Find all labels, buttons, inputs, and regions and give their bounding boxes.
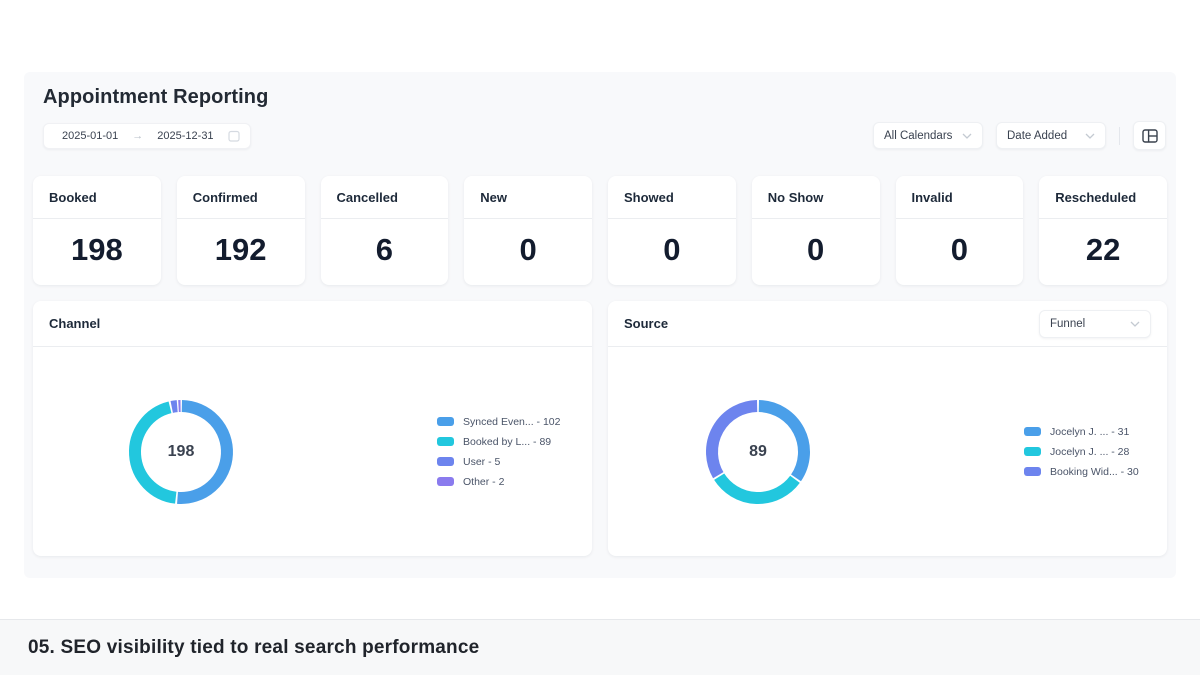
source-legend: Jocelyn J. ... - 31 Jocelyn J. ... - 28 Bo… [1024, 422, 1139, 482]
report-panel: Appointment Reporting 2025-01-01 → 2025-… [24, 72, 1176, 578]
date-range-arrow-icon: → [132, 129, 144, 142]
legend-item: Booking Wid... - 30 [1024, 462, 1139, 482]
legend-chip [437, 417, 454, 426]
stat-label: Rescheduled [1055, 189, 1137, 205]
stat-card-no-show: No Show 0 [751, 176, 880, 285]
legend-label: Jocelyn J. ... - 28 [1050, 445, 1130, 458]
legend-label: Booked by L... - 89 [463, 435, 552, 448]
date-range-picker[interactable]: 2025-01-01 → 2025-12-31 [43, 122, 251, 149]
source-donut-chart: 89 [703, 397, 813, 507]
stat-value: 6 [375, 232, 393, 267]
source-chart-title: Source [624, 316, 669, 331]
stat-card-booked: Booked 198 [33, 176, 161, 285]
stat-card-rescheduled: Rescheduled 22 [1039, 176, 1167, 285]
source-type-select[interactable]: Funnel [1039, 309, 1151, 338]
chevron-down-icon [1130, 321, 1140, 327]
stat-card-invalid: Invalid 0 [895, 176, 1024, 285]
legend-chip [437, 437, 454, 446]
stat-card-showed: Showed 0 [608, 176, 736, 285]
stat-value: 192 [214, 232, 267, 267]
legend-item: Other - 2 [437, 472, 560, 492]
channel-donut-total: 198 [167, 442, 195, 460]
date-mode-select[interactable]: Date Added [996, 122, 1106, 149]
legend-item: Synced Even... - 102 [437, 412, 560, 432]
channel-donut-chart: 198 [126, 397, 236, 507]
legend-chip [437, 457, 454, 466]
table-columns-icon [1141, 128, 1158, 143]
stat-value: 0 [663, 232, 681, 267]
source-type-select-value: Funnel [1050, 317, 1086, 330]
legend-item: Jocelyn J. ... - 28 [1024, 442, 1139, 462]
date-start-field[interactable]: 2025-01-01 [62, 130, 118, 142]
legend-label: Jocelyn J. ... - 31 [1050, 425, 1130, 438]
legend-chip [437, 477, 454, 486]
channel-chart-card: Channel 198 Synced Even... - 102 Booked b… [33, 301, 592, 556]
calendar-icon [227, 130, 240, 142]
controls-row: 2025-01-01 → 2025-12-31 All Calendars Da… [33, 121, 1167, 150]
legend-label: Booking Wid... - 30 [1050, 465, 1139, 478]
date-mode-select-value: Date Added [1007, 129, 1068, 142]
charts-row: Channel 198 Synced Even... - 102 Booked b… [33, 301, 1167, 556]
legend-label: Other - 2 [463, 475, 505, 488]
stat-label: Cancelled [336, 189, 398, 205]
stat-card-cancelled: Cancelled 6 [320, 176, 449, 285]
legend-chip [1024, 447, 1041, 456]
stats-row: Booked 198 Confirmed 192 Cancelled 6 New… [33, 176, 1167, 285]
legend-label: User - 5 [463, 455, 501, 468]
channel-chart-title: Channel [49, 316, 101, 331]
stat-card-new: New 0 [464, 176, 592, 285]
stat-value: 0 [519, 232, 537, 267]
stat-label: Booked [49, 189, 97, 205]
legend-label: Synced Even... - 102 [463, 415, 561, 428]
stat-label: Confirmed [192, 189, 258, 205]
legend-item: Booked by L... - 89 [437, 432, 560, 452]
stat-value: 22 [1085, 232, 1121, 267]
stat-label: Showed [624, 189, 674, 205]
channel-legend: Synced Even... - 102 Booked by L... - 89 U… [437, 412, 560, 492]
stat-value: 198 [71, 232, 123, 267]
source-chart-card: Source Funnel 89 Jocelyn J. ... - 31 Joce… [608, 301, 1167, 556]
legend-item: User - 5 [437, 452, 560, 472]
stat-card-confirmed: Confirmed 192 [176, 176, 305, 285]
stat-label: New [480, 189, 507, 205]
page-title: Appointment Reporting [43, 86, 269, 108]
footer-caption: 05. SEO visibility tied to real search p… [28, 636, 480, 658]
date-end-field[interactable]: 2025-12-31 [157, 130, 213, 142]
right-controls: All Calendars Date Added [873, 121, 1166, 150]
customize-columns-button[interactable] [1133, 121, 1166, 150]
calendars-select[interactable]: All Calendars [873, 122, 983, 149]
legend-chip [1024, 427, 1041, 436]
controls-divider [1119, 126, 1120, 145]
footer-bar: 05. SEO visibility tied to real search p… [0, 619, 1200, 675]
chevron-down-icon [962, 133, 972, 139]
stat-label: Invalid [911, 189, 953, 205]
stat-value: 0 [950, 232, 968, 267]
calendars-select-value: All Calendars [884, 129, 953, 142]
legend-item: Jocelyn J. ... - 31 [1024, 422, 1139, 442]
stat-label: No Show [767, 189, 824, 205]
source-donut-total: 89 [749, 442, 767, 460]
stat-value: 0 [807, 232, 825, 267]
legend-chip [1024, 467, 1041, 476]
chevron-down-icon [1085, 133, 1095, 139]
